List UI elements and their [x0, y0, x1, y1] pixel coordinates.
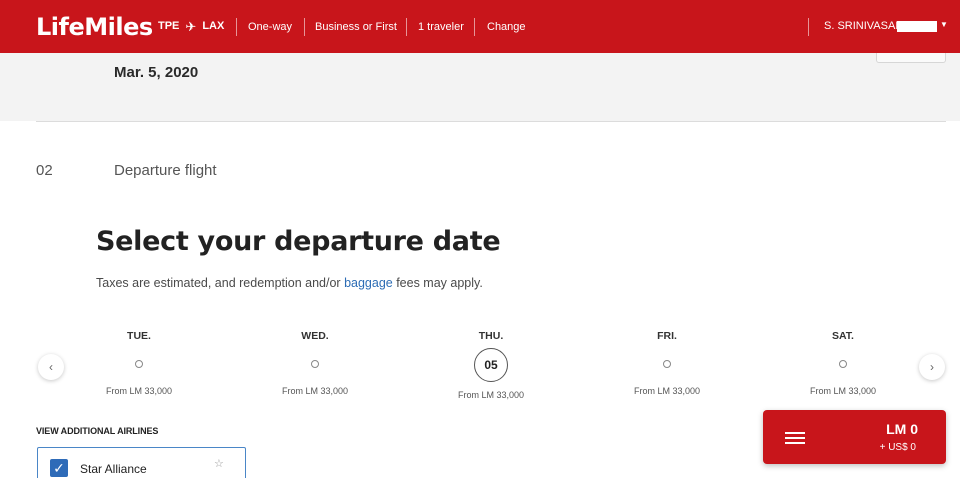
usd-total: + US$ 0 [879, 442, 916, 453]
day-name: TUE. [127, 330, 151, 342]
date-option-thu[interactable]: THU. 05 From LM 33,000 [421, 330, 561, 400]
redacted-name [897, 21, 937, 32]
summary-edit-button[interactable] [876, 53, 946, 63]
checkbox-checked-icon[interactable]: ✓ [50, 459, 68, 477]
date-radio[interactable] [311, 360, 319, 368]
step-number: 02 [36, 162, 53, 179]
disclaimer-text-start: Taxes are estimated, and redemption and/… [96, 276, 345, 290]
date-price: From LM 33,000 [457, 390, 525, 400]
section-divider [36, 121, 946, 122]
date-radio[interactable] [663, 360, 671, 368]
nav-separator [808, 18, 809, 36]
date-option-sat[interactable]: SAT. From LM 33,000 [773, 330, 913, 396]
user-menu[interactable]: S. SRINIVASAN [824, 20, 903, 32]
date-option-wed[interactable]: WED. From LM 33,000 [245, 330, 385, 396]
disclaimer-text-end: fees may apply. [392, 276, 483, 290]
trip-type: One-way [248, 21, 293, 33]
traveler-count: 1 traveler [418, 21, 464, 33]
airline-filter-star-alliance[interactable]: ✓ Star Alliance ☆ [37, 447, 246, 478]
date-option-fri[interactable]: FRI. From LM 33,000 [597, 330, 737, 396]
day-name: FRI. [657, 330, 677, 342]
baggage-link[interactable]: baggage [344, 276, 393, 290]
menu-icon [785, 432, 805, 444]
chevron-down-icon[interactable]: ▼ [940, 20, 948, 29]
date-price: From LM 33,000 [809, 386, 877, 396]
chevron-right-icon[interactable]: › [919, 354, 945, 380]
change-search-link[interactable]: Change [487, 21, 526, 33]
step-label: Departure flight [114, 162, 217, 179]
plane-icon: ✈ [185, 18, 197, 34]
cabin-class: Business or First [315, 21, 397, 33]
destination-code: LAX [202, 20, 225, 32]
date-option-tue[interactable]: TUE. From LM 33,000 [69, 330, 209, 396]
day-name: WED. [301, 330, 329, 342]
nav-separator [236, 18, 237, 36]
nav-separator [304, 18, 305, 36]
origin-code: TPE [158, 20, 180, 32]
selected-date-circle[interactable]: 05 [474, 348, 508, 382]
star-alliance-logo-icon: ☆ [214, 458, 224, 470]
chevron-left-icon[interactable]: ‹ [38, 354, 64, 380]
date-radio[interactable] [135, 360, 143, 368]
nav-separator [474, 18, 475, 36]
date-radio[interactable] [839, 360, 847, 368]
top-navigation-bar: LifeMiles TPE ✈ LAX One-way Business or … [0, 0, 960, 53]
booking-total-button[interactable]: LM 0 + US$ 0 [763, 410, 946, 464]
selected-date-summary: Mar. 5, 2020 [114, 64, 199, 81]
date-price: From LM 33,000 [633, 386, 701, 396]
date-price: From LM 33,000 [105, 386, 173, 396]
date-price: From LM 33,000 [281, 386, 349, 396]
miles-total: LM 0 [886, 421, 918, 437]
day-name: THU. [478, 330, 504, 342]
lifemiles-logo[interactable]: LifeMiles [36, 13, 153, 41]
additional-airlines-heading: VIEW ADDITIONAL AIRLINES [36, 426, 159, 436]
fees-disclaimer: Taxes are estimated, and redemption and/… [96, 276, 483, 290]
itinerary-summary: Mar. 5, 2020 [0, 53, 960, 121]
route-summary: TPE ✈ LAX [158, 18, 225, 34]
nav-separator [406, 18, 407, 36]
day-name: SAT. [832, 330, 854, 342]
page-title: Select your departure date [96, 226, 501, 257]
airline-filter-label: Star Alliance [80, 462, 147, 476]
